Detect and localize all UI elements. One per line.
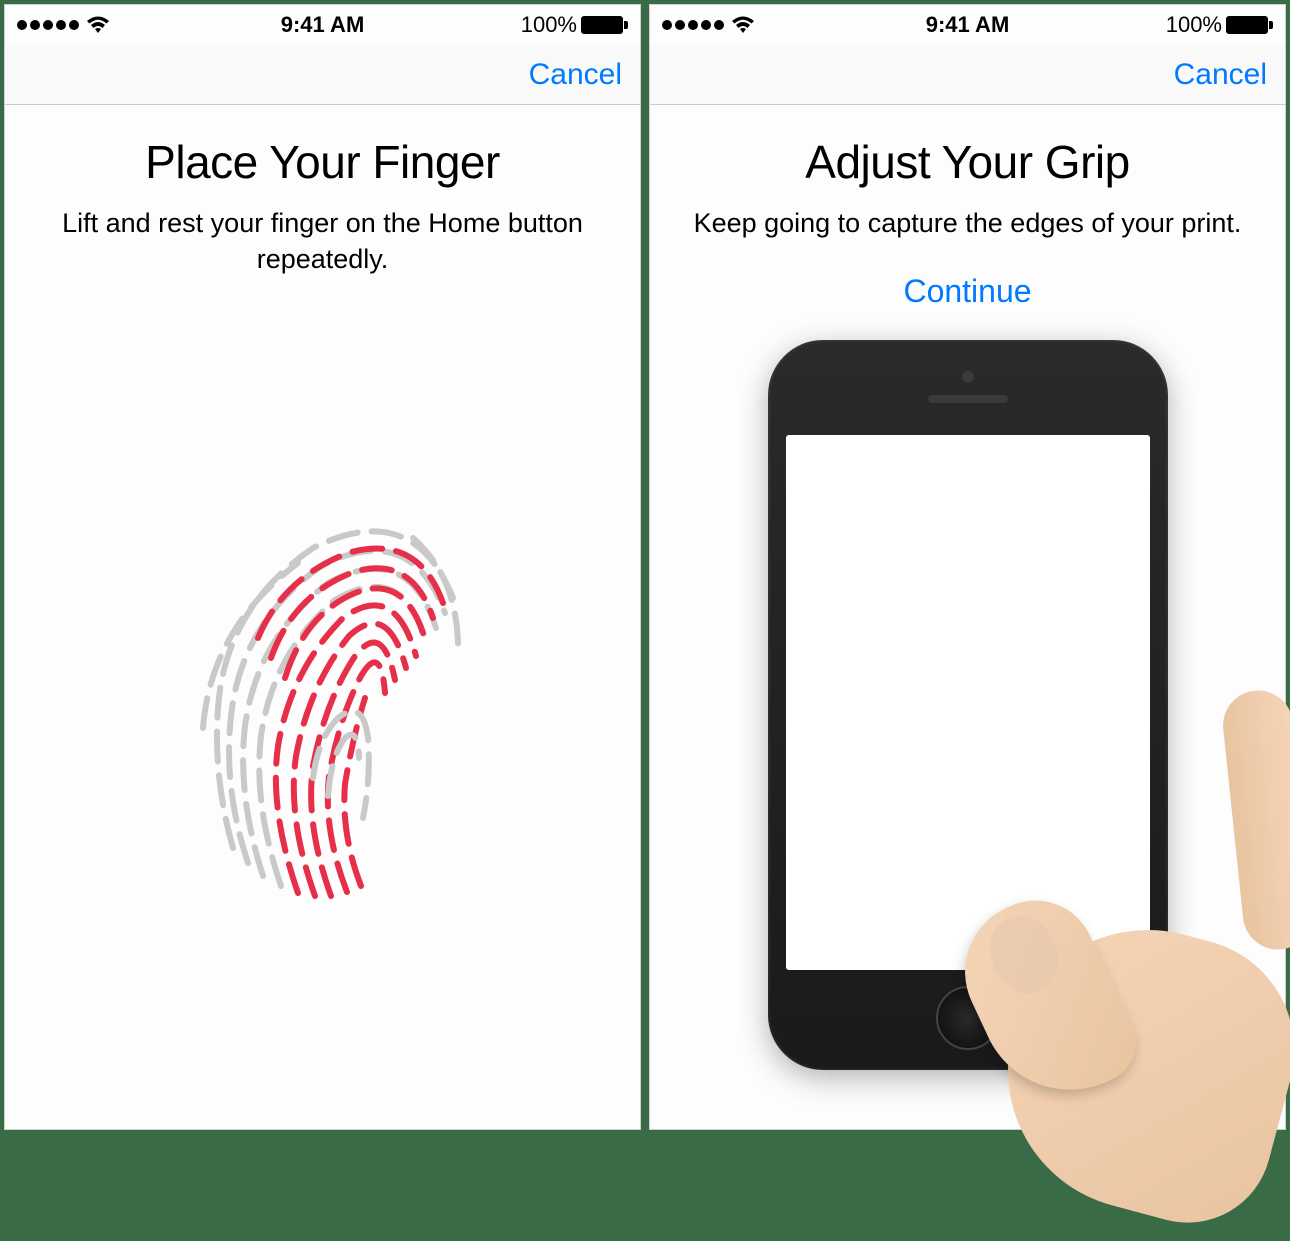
fingerprint-illustration: [45, 278, 600, 1109]
phone-camera-icon: [962, 371, 974, 383]
hand-icon: [888, 710, 1268, 1130]
phone-speaker-icon: [928, 395, 1008, 403]
battery-percent: 100%: [1166, 12, 1222, 38]
status-time: 9:41 AM: [281, 12, 365, 38]
page-title: Adjust Your Grip: [805, 135, 1129, 189]
content-area: Place Your Finger Lift and rest your fin…: [5, 105, 640, 1129]
signal-strength-icon: [662, 20, 724, 30]
battery-icon: [581, 16, 628, 34]
touchid-setup-screen-2: 9:41 AM 100% Cancel Adjust Your Grip Kee…: [649, 4, 1286, 1130]
phone-in-hand-illustration: [690, 310, 1245, 1109]
phone-in-hand-icon: [708, 340, 1228, 1100]
page-subtitle: Keep going to capture the edges of your …: [694, 205, 1242, 241]
cancel-button[interactable]: Cancel: [529, 58, 622, 92]
nav-bar: Cancel: [650, 45, 1285, 105]
battery-percent: 100%: [521, 12, 577, 38]
continue-button[interactable]: Continue: [903, 273, 1031, 310]
fingerprint-icon: [163, 478, 483, 908]
signal-strength-icon: [17, 20, 79, 30]
battery-icon: [1226, 16, 1273, 34]
status-left: [662, 15, 756, 35]
content-area: Adjust Your Grip Keep going to capture t…: [650, 105, 1285, 1129]
status-right: 100%: [521, 12, 628, 38]
nav-bar: Cancel: [5, 45, 640, 105]
page-subtitle: Lift and rest your finger on the Home bu…: [45, 205, 600, 278]
status-time: 9:41 AM: [926, 12, 1010, 38]
status-right: 100%: [1166, 12, 1273, 38]
page-title: Place Your Finger: [145, 135, 500, 189]
wifi-icon: [730, 15, 756, 35]
wifi-icon: [85, 15, 111, 35]
status-left: [17, 15, 111, 35]
touchid-setup-screen-1: 9:41 AM 100% Cancel Place Your Finger Li…: [4, 4, 641, 1130]
cancel-button[interactable]: Cancel: [1174, 58, 1267, 92]
status-bar: 9:41 AM 100%: [5, 5, 640, 45]
status-bar: 9:41 AM 100%: [650, 5, 1285, 45]
